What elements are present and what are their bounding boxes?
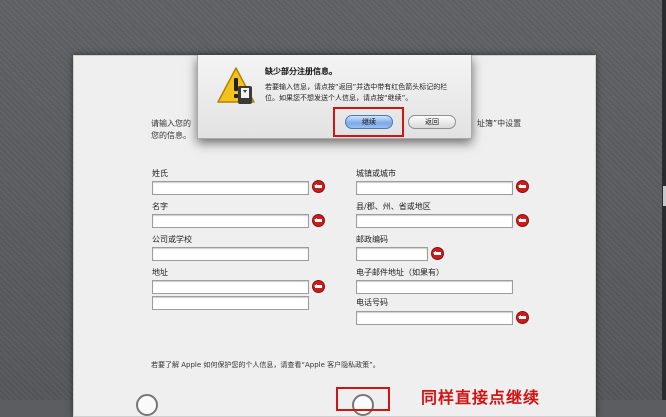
first-name-field[interactable]: [152, 214, 309, 228]
required-arrow-icon: [517, 312, 528, 323]
last-name-label: 姓氏: [152, 169, 168, 178]
dialog-message: 若要输入信息，请点按“返回”并选中带有红色箭头标记的栏位。如果您不想发送个人信息…: [265, 83, 448, 102]
missing-info-dialog: 缺少部分注册信息。 若要输入信息，请点按“返回”并选中带有红色箭头标记的栏位。如…: [197, 55, 472, 139]
annotation-highlight-box: [336, 387, 390, 411]
region-field[interactable]: [356, 214, 513, 228]
last-name-field[interactable]: [152, 181, 309, 195]
dialog-title: 缺少部分注册信息。: [265, 67, 337, 76]
required-arrow-icon: [517, 215, 528, 226]
postal-code-field[interactable]: [356, 247, 428, 261]
required-arrow-icon: [313, 181, 324, 192]
intro-text-right: 址簿”中设置: [477, 119, 522, 128]
address-label: 地址: [152, 268, 168, 277]
required-arrow-icon: [432, 248, 443, 259]
phone-field[interactable]: [356, 311, 513, 325]
phone-label: 电话号码: [356, 298, 388, 307]
email-label: 电子邮件地址（如果有）: [356, 268, 444, 277]
back-button[interactable]: 返回: [408, 115, 456, 129]
company-label: 公司或学校: [152, 235, 192, 244]
region-label: 县/郡、州、省或地区: [356, 202, 431, 211]
address-field-1[interactable]: [152, 280, 309, 294]
privacy-notice: 若要了解 Apple 如何保护您的个人信息，请查看“Apple 客户隐私政策”。: [151, 361, 380, 369]
warning-icon: [217, 67, 255, 104]
city-field[interactable]: [356, 181, 513, 195]
required-arrow-icon: [517, 181, 528, 192]
city-label: 城镇或城市: [356, 169, 396, 178]
required-arrow-icon: [313, 281, 324, 292]
address-field-2[interactable]: [152, 296, 309, 310]
required-arrow-icon: [313, 215, 324, 226]
annotation-text: 同样直接点继续: [421, 388, 541, 407]
nav-back-button[interactable]: [136, 394, 158, 416]
postal-code-label: 邮政编码: [356, 235, 388, 244]
annotation-button-highlight: [333, 107, 404, 137]
company-field[interactable]: [152, 247, 309, 261]
first-name-label: 名字: [152, 202, 168, 211]
email-field[interactable]: [356, 280, 513, 294]
